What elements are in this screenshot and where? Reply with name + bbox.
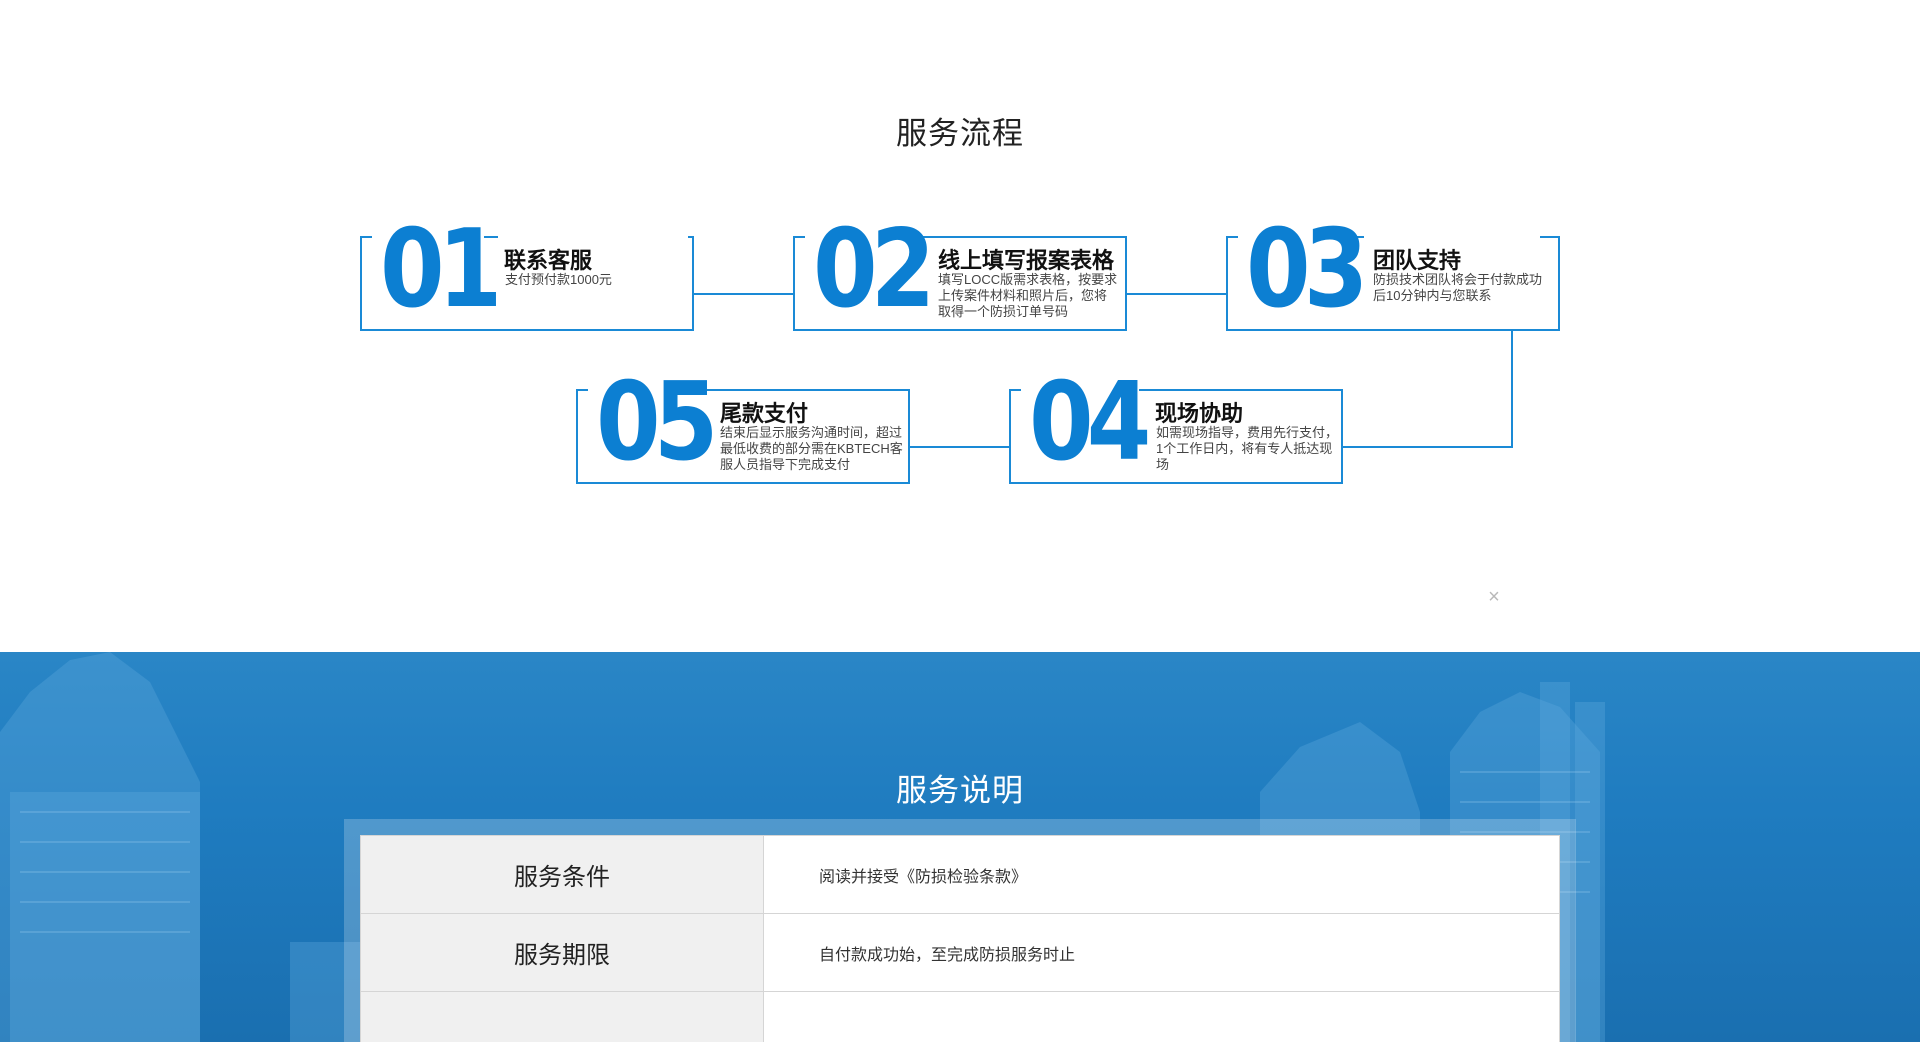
frame-gap [498, 228, 688, 242]
step-description: 如需现场指导，费用先行支付，1个工作日内，将有专人抵达现场 [1156, 425, 1339, 472]
step-number: 03 [1246, 207, 1368, 332]
step-description: 防损技术团队将会于付款成功后10分钟内与您联系 [1373, 272, 1543, 303]
table-row [360, 991, 1560, 1042]
service-table-frame: 服务条件 阅读并接受《防损检验条款》 服务期限 自付款成功始，至完成防损服务时止 [344, 819, 1576, 1042]
service-info-table: 服务条件 阅读并接受《防损检验条款》 服务期限 自付款成功始，至完成防损服务时止 [360, 835, 1560, 1042]
frame-gap [1364, 228, 1540, 242]
step-title: 团队支持 [1373, 248, 1462, 273]
row-label: 服务条件 [360, 835, 764, 914]
step-description: 填写LOCC版需求表格，按要求上传案件材料和照片后，您将取得一个防损订单号码 [938, 272, 1118, 319]
process-step-02: 02 线上填写报案表格 填写LOCC版需求表格，按要求上传案件材料和照片后，您将… [793, 216, 1127, 331]
process-step-05: 05 尾款支付 结束后显示服务沟通时间，超过最低收费的部分需在KBTECH客服人… [576, 369, 910, 484]
process-step-04: 04 现场协助 如需现场指导，费用先行支付，1个工作日内，将有专人抵达现场 [1009, 369, 1343, 484]
step-description: 支付预付款1000元 [505, 272, 612, 287]
process-step-01: 01 联系客服 支付预付款1000元 [360, 216, 694, 331]
step-number: 04 [1029, 360, 1151, 485]
service-description-section: 服务说明 服务条件 阅读并接受《防损检验条款》 服务期限 自付款成功始，至完成防… [0, 652, 1920, 1042]
row-value: 阅读并接受《防损检验条款》 [763, 835, 1560, 914]
step-number: 02 [813, 207, 935, 332]
step-number: 01 [380, 207, 502, 332]
row-label: 服务期限 [360, 913, 764, 992]
row-label [360, 991, 764, 1042]
process-step-03: 03 团队支持 防损技术团队将会于付款成功后10分钟内与您联系 [1226, 216, 1560, 331]
step-title: 线上填写报案表格 [938, 248, 1115, 273]
service-process-section: 服务流程 01 联系客服 支付预付款1000元 02 线上填写报案表格 填写LO… [0, 0, 1920, 652]
row-value [763, 991, 1560, 1042]
table-row: 服务期限 自付款成功始，至完成防损服务时止 [360, 913, 1560, 992]
step-number: 05 [596, 360, 718, 485]
step-title: 联系客服 [504, 248, 593, 273]
step-title: 现场协助 [1155, 401, 1244, 426]
close-icon[interactable]: × [1485, 587, 1503, 607]
row-value: 自付款成功始，至完成防损服务时止 [763, 913, 1560, 992]
step-title: 尾款支付 [720, 401, 809, 426]
table-row: 服务条件 阅读并接受《防损检验条款》 [360, 835, 1560, 914]
service-description-title: 服务说明 [896, 773, 1024, 808]
step-description: 结束后显示服务沟通时间，超过最低收费的部分需在KBTECH客服人员指导下完成支付 [720, 425, 903, 472]
